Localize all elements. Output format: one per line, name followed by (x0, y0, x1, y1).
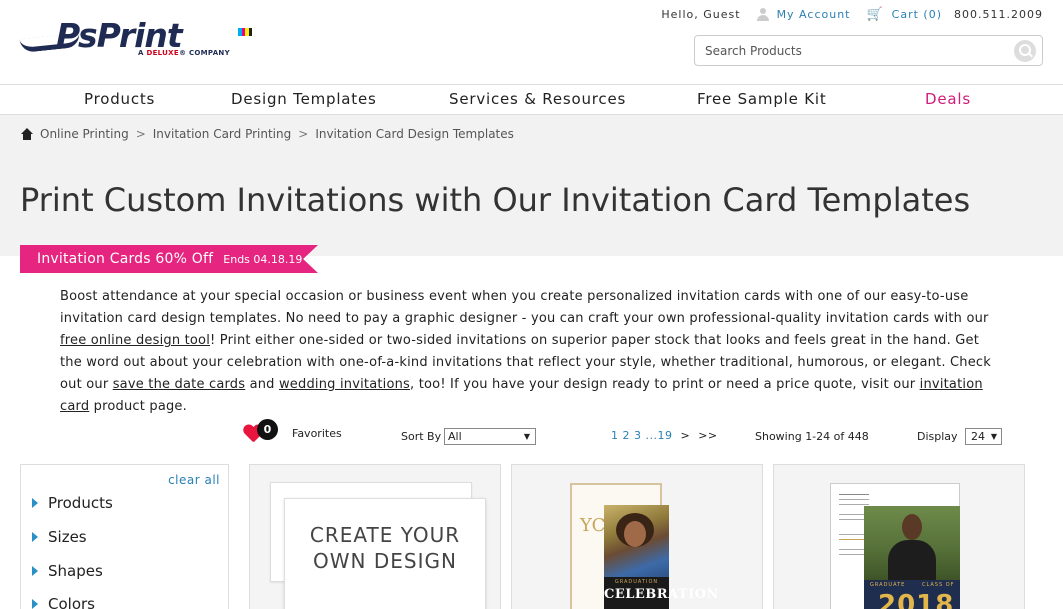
user-icon (756, 8, 769, 21)
filter-products[interactable]: Products (32, 494, 113, 512)
favorites-link[interactable]: Favorites (292, 427, 342, 440)
display-label: Display (917, 430, 958, 443)
search-icon[interactable] (1014, 40, 1036, 62)
card-graduate-label: GRADUATE (870, 582, 906, 588)
graduate-photo (864, 506, 960, 580)
my-account-link[interactable]: My Account (777, 8, 851, 21)
intro-paragraph: Boost attendance at your special occasio… (60, 286, 1005, 418)
nav-products[interactable]: Products (84, 90, 155, 108)
psprint-logo[interactable]: PsPrint A DELUXE® COMPANY (19, 16, 255, 60)
celebration-band: GRADUATION CELEBRATION (604, 577, 719, 609)
expand-arrow-icon (32, 498, 38, 508)
breadcrumb-current[interactable]: Invitation Card Design Templates (315, 127, 514, 141)
breadcrumb-separator: > (298, 127, 309, 141)
card-headline: CELEBRATION (604, 587, 719, 602)
favorites-count-badge: 0 (257, 419, 278, 440)
expand-arrow-icon (32, 599, 38, 609)
main-nav: Products Design Templates Services & Res… (0, 85, 1063, 115)
filter-colors[interactable]: Colors (32, 595, 95, 609)
promo-end-date: Ends 04.18.19 (223, 252, 303, 266)
card-year: 2018 (878, 590, 955, 609)
cart-link[interactable]: Cart (0) (892, 8, 942, 21)
greeting-text: Hello, Guest (661, 8, 741, 21)
card-monogram: YC (580, 515, 606, 536)
breadcrumb: Online Printing > Invitation Card Printi… (21, 127, 514, 141)
card-heading-line: OWN DESIGN (313, 549, 457, 573)
filter-sizes[interactable]: Sizes (32, 528, 87, 546)
card-heading-line: CREATE YOUR (309, 523, 461, 547)
clear-all-link[interactable]: clear all (168, 473, 220, 487)
intro-text: Boost attendance at your special occasio… (60, 289, 989, 326)
graduate-photo (604, 505, 669, 577)
breadcrumb-invitation-card-printing[interactable]: Invitation Card Printing (153, 127, 292, 141)
search-input[interactable] (705, 42, 1005, 60)
page-links[interactable]: 1 2 3 ...19 (611, 429, 672, 442)
breadcrumb-online-printing[interactable]: Online Printing (40, 127, 129, 141)
page-header-band: Online Printing > Invitation Card Printi… (0, 115, 1063, 256)
promo-banner[interactable]: Invitation Cards 60% Off Ends 04.18.19 (20, 245, 318, 273)
cart-icon[interactable]: 🛒 (866, 7, 883, 22)
product-card-graduation-celebration[interactable]: YC GRADUATION CELEBRATION (511, 464, 763, 609)
intro-text: and (245, 377, 279, 392)
filter-label: Shapes (48, 562, 103, 580)
product-card-graduate-2018[interactable]: GRADUATE CLASS OF 2018 (773, 464, 1025, 609)
product-card-create-your-own[interactable]: CREATE YOUR OWN DESIGN (249, 464, 501, 609)
filter-shapes[interactable]: Shapes (32, 562, 103, 580)
nav-services-resources[interactable]: Services & Resources (449, 90, 626, 108)
card-front-image: CREATE YOUR OWN DESIGN (284, 498, 486, 609)
pagination[interactable]: 1 2 3 ...19 > >> (611, 429, 718, 442)
filter-label: Sizes (48, 528, 87, 546)
expand-arrow-icon (32, 566, 38, 576)
filter-label: Products (48, 494, 113, 512)
nav-design-templates[interactable]: Design Templates (231, 90, 377, 108)
free-online-design-tool-link[interactable]: free online design tool (60, 333, 210, 348)
next-page-link[interactable]: > (680, 429, 690, 442)
sort-by-label: Sort By (401, 430, 442, 443)
filter-label: Colors (48, 595, 95, 609)
card-tagline: GRADUATION (614, 579, 659, 585)
promo-label: Invitation Cards 60% Off (37, 251, 214, 267)
utility-bar: Hello, Guest My Account 🛒 Cart (0) 800.5… (661, 7, 1043, 22)
site-header: PsPrint A DELUXE® COMPANY Hello, Guest M… (0, 0, 1063, 85)
save-the-date-cards-link[interactable]: save the date cards (113, 377, 246, 392)
last-page-link[interactable]: >> (698, 429, 717, 442)
results-count: Showing 1-24 of 448 (755, 430, 869, 443)
expand-arrow-icon (32, 532, 38, 542)
filter-sidebar: clear all Products Sizes Shapes Colors (20, 464, 229, 609)
intro-text: , too! If you have your design ready to … (410, 377, 920, 392)
search-box (694, 35, 1043, 66)
nav-free-sample-kit[interactable]: Free Sample Kit (697, 90, 827, 108)
wedding-invitations-link[interactable]: wedding invitations (279, 377, 410, 392)
breadcrumb-separator: > (135, 127, 146, 141)
page-title: Print Custom Invitations with Our Invita… (20, 181, 971, 219)
sort-by-select[interactable]: All (444, 428, 536, 445)
phone-number: 800.511.2009 (954, 8, 1043, 21)
logo-cmyk-squares (238, 28, 252, 36)
card-class-label: CLASS OF (922, 582, 955, 588)
class-year-band: GRADUATE CLASS OF 2018 (864, 580, 960, 609)
intro-text: product page. (89, 399, 187, 414)
display-per-page-select[interactable]: 24 (965, 428, 1002, 445)
logo-tagline: A DELUXE® COMPANY (138, 49, 230, 57)
nav-deals[interactable]: Deals (925, 90, 971, 108)
home-icon[interactable] (21, 128, 33, 140)
